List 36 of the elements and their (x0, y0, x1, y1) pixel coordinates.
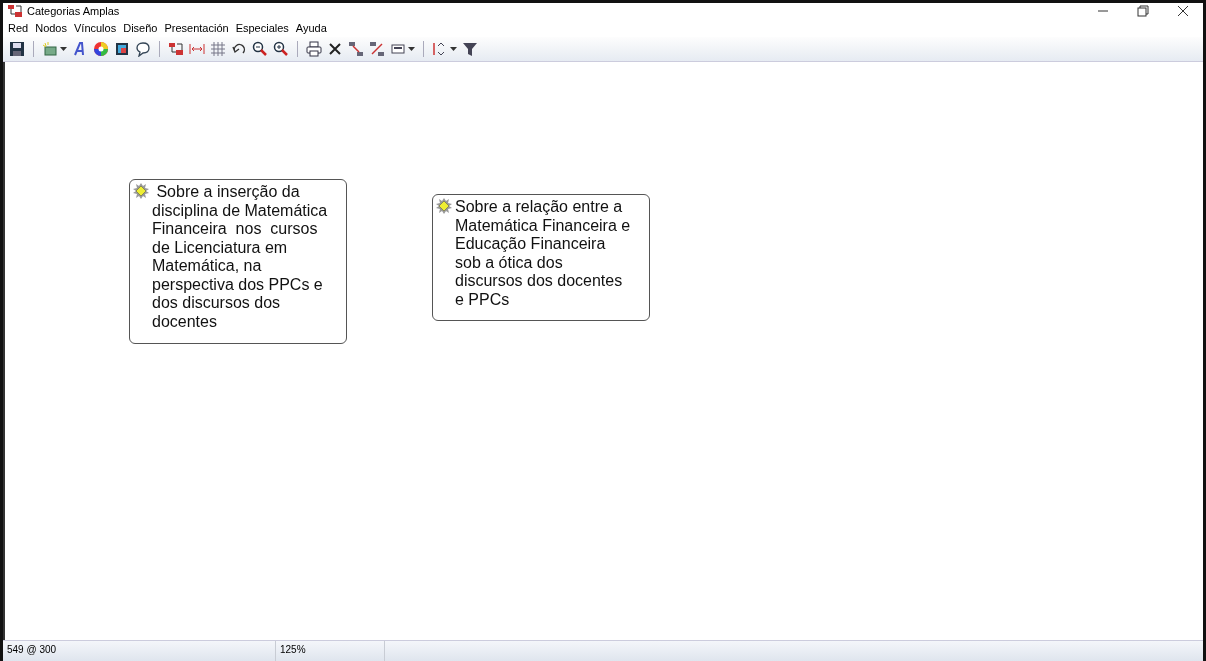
menu-item[interactable]: Vínculos (74, 22, 117, 34)
menu-item[interactable]: Especiales (235, 22, 289, 34)
caret-icon[interactable] (450, 47, 457, 51)
link-nodes-icon[interactable] (348, 41, 364, 57)
unlink-nodes-icon[interactable] (369, 41, 385, 57)
spacing-icon[interactable] (189, 41, 205, 57)
cursor-position: 549 @ 300 (3, 641, 276, 661)
grid-icon[interactable] (210, 41, 226, 57)
delete-icon[interactable] (327, 41, 343, 57)
color-wheel-icon[interactable] (93, 41, 109, 57)
save-icon[interactable] (9, 41, 25, 57)
menu-item[interactable]: Presentación (164, 22, 229, 34)
menu-item[interactable]: Red (8, 22, 29, 34)
zoom-in-icon[interactable] (273, 41, 289, 57)
menu-item[interactable]: Ayuda (295, 22, 327, 34)
caret-icon[interactable] (408, 47, 415, 51)
tree-icon[interactable] (168, 41, 184, 57)
print-icon[interactable] (306, 41, 322, 57)
concept-node[interactable]: Sobre a inserção da disciplina de Matemática Financeira nos cursos de Licenciatura em Matemática, na perspectiva dos PPCs e dos discursos dos docentes (129, 179, 347, 344)
filter-icon[interactable] (462, 41, 478, 57)
node-text: Sobre a inserção da disciplina de Matemática Financeira nos cursos de Licenciatura em Matemática, na perspectiva dos PPCs e dos discursos dos docentes (152, 183, 328, 331)
menu-item[interactable]: Nodos (35, 22, 67, 34)
speech-bubble-icon[interactable] (135, 41, 151, 57)
window-title: Categorias Amplas (27, 5, 121, 17)
node-text: Sobre a relação entre a Matemática Financeira e Educação Financeira sob a ótica dos discursos dos docentes e PPCs (455, 198, 631, 309)
new-node-icon[interactable] (42, 41, 58, 57)
display-icon[interactable] (390, 41, 406, 57)
restore-icon[interactable] (1135, 3, 1151, 19)
menu-item[interactable]: Diseño (123, 22, 158, 34)
concept-node[interactable]: Sobre a relação entre a Matemática Financeira e Educação Financeira sob a ótica dos discursos dos docentes e PPCs (432, 194, 650, 321)
zoom-out-icon[interactable] (252, 41, 268, 57)
zoom-level: 125% (276, 641, 385, 661)
app-icon[interactable] (7, 3, 23, 19)
image-icon[interactable] (114, 41, 130, 57)
close-icon[interactable] (1175, 3, 1191, 19)
caret-icon[interactable] (60, 47, 67, 51)
